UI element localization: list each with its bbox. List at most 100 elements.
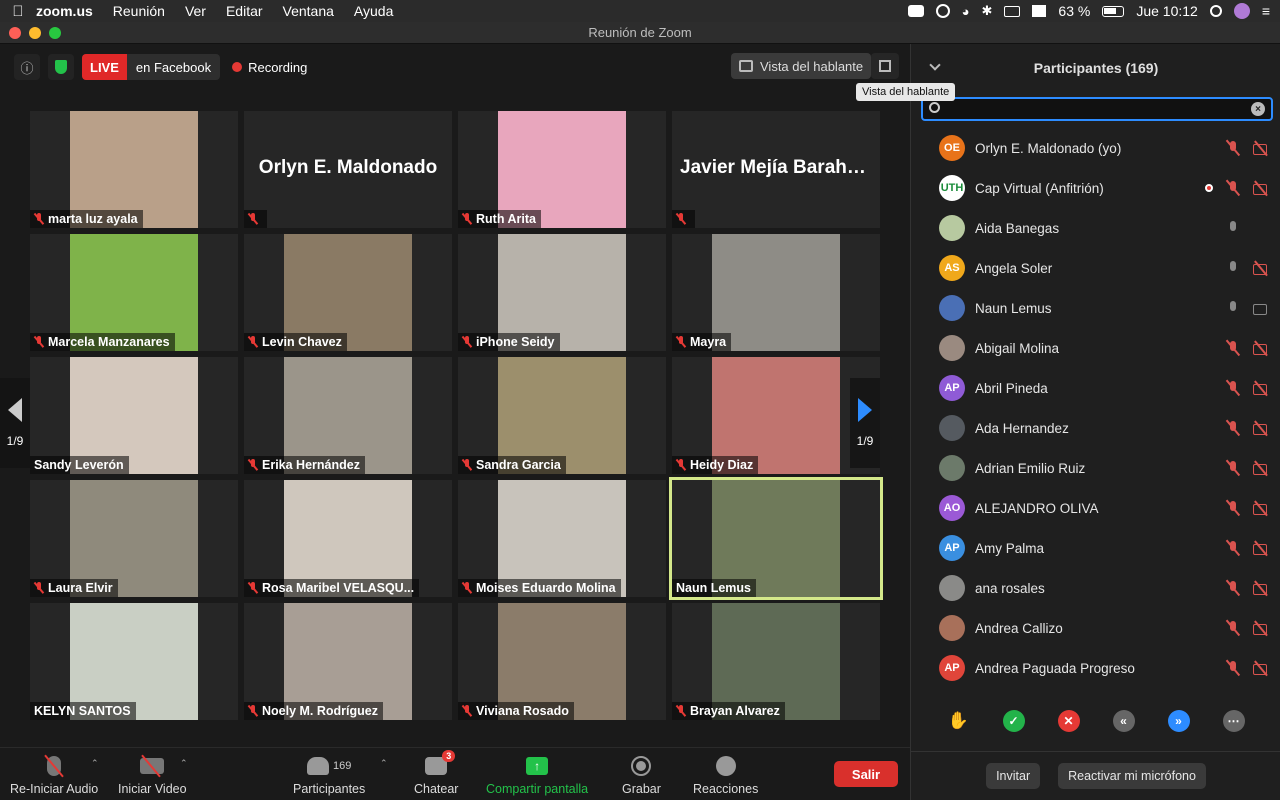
participants-button[interactable]: 169 Participantes: [293, 754, 365, 796]
participant-avatar: [939, 215, 965, 241]
tile-name-tag: Viviana Rosado: [458, 702, 574, 720]
participant-name: Adrian Emilio Ruiz: [975, 460, 1086, 476]
tile-name-tag: Marcela Manzanares: [30, 333, 175, 351]
participant-row[interactable]: ana rosales: [911, 568, 1280, 608]
participant-row[interactable]: AP Abril Pineda: [911, 368, 1280, 408]
participant-video-tile[interactable]: Naun Lemus: [669, 477, 883, 600]
video-options-chevron-icon[interactable]: ⌃: [180, 758, 188, 769]
participant-row[interactable]: Adrian Emilio Ruiz: [911, 448, 1280, 488]
participant-video-tile[interactable]: Sandra Garcia: [458, 357, 666, 474]
participant-video-tile[interactable]: Sandy Leverón: [30, 357, 238, 474]
participant-row[interactable]: AP Amy Palma: [911, 528, 1280, 568]
share-screen-button[interactable]: ↑ Compartir pantalla: [486, 754, 588, 796]
participant-video-tile[interactable]: Orlyn E. Maldonado: [244, 111, 452, 228]
apple-icon[interactable]: : [0, 3, 36, 20]
minimize-window-button[interactable]: [29, 26, 41, 39]
participant-video-tile[interactable]: marta luz ayala: [30, 111, 238, 228]
menu-app[interactable]: zoom.us: [36, 3, 93, 19]
menu-editar[interactable]: Editar: [226, 3, 263, 19]
participant-video-tile[interactable]: Noely M. Rodríguez: [244, 603, 452, 720]
collapse-panel-chevron-icon[interactable]: [929, 59, 941, 71]
battery-icon[interactable]: [1102, 5, 1125, 17]
participants-options-chevron-icon[interactable]: ⌃: [380, 758, 388, 769]
mic-muted-icon: [1225, 180, 1241, 196]
participant-row[interactable]: AO ALEJANDRO OLIVA: [911, 488, 1280, 528]
participant-video-tile[interactable]: Erika Hernández: [244, 357, 452, 474]
spotlight-search-icon[interactable]: [1209, 5, 1222, 17]
live-stream-indicator[interactable]: LIVE en Facebook: [82, 54, 221, 80]
menu-ventana[interactable]: Ventana: [283, 3, 334, 19]
record-button[interactable]: Grabar: [622, 754, 661, 796]
tile-name: KELYN SANTOS: [34, 704, 131, 718]
participant-search-input[interactable]: ×: [921, 97, 1273, 121]
participant-row[interactable]: UTH Cap Virtual (Anfitrión): [911, 168, 1280, 208]
go-slower-icon[interactable]: «: [1112, 710, 1135, 732]
close-window-button[interactable]: [9, 26, 21, 39]
meeting-info-icon[interactable]: ⓘ: [14, 54, 40, 80]
participant-row[interactable]: Abigail Molina: [911, 328, 1280, 368]
participant-row[interactable]: OE Orlyn E. Maldonado (yo): [911, 128, 1280, 168]
participant-video-tile[interactable]: Moises Eduardo Molina: [458, 480, 666, 597]
video-off-icon: [140, 754, 165, 778]
airplay-icon[interactable]: [1004, 5, 1021, 17]
raise-hand-icon[interactable]: ✋: [948, 710, 970, 732]
creative-cloud-icon[interactable]: [935, 4, 950, 18]
menu-reunion[interactable]: Reunión: [113, 3, 165, 19]
video-button[interactable]: Iniciar Video: [118, 754, 187, 796]
control-center-icon[interactable]: ≡: [1262, 3, 1270, 19]
clear-search-icon[interactable]: ×: [1251, 102, 1265, 116]
fullscreen-button[interactable]: [871, 53, 899, 79]
participant-video-tile[interactable]: Javier Mejía Baraho...: [672, 111, 880, 228]
participant-video-tile[interactable]: Marcela Manzanares: [30, 234, 238, 351]
participant-video-tile[interactable]: Levin Chavez: [244, 234, 452, 351]
participant-avatar: AO: [939, 495, 965, 521]
participant-row[interactable]: AS Angela Soler: [911, 248, 1280, 288]
share-screen-icon: ↑: [526, 754, 549, 778]
input-source-icon[interactable]: [1032, 5, 1047, 17]
window-titlebar: Reunión de Zoom: [0, 22, 1280, 44]
participant-video-tile[interactable]: Brayan Alvarez: [672, 603, 880, 720]
invite-button[interactable]: Invitar: [986, 763, 1041, 789]
speaker-view-button[interactable]: Vista del hablante: [731, 53, 872, 79]
user-avatar-icon[interactable]: [1233, 3, 1250, 19]
zoom-status-icon[interactable]: [907, 5, 924, 17]
participants-icon: 169: [306, 754, 351, 778]
tile-name-tag: Naun Lemus: [672, 579, 757, 597]
recording-indicator[interactable]: Recording: [232, 60, 307, 75]
participant-row[interactable]: AP Andrea Paguada Progreso: [911, 648, 1280, 688]
participant-video-tile[interactable]: Heidy Diaz: [672, 357, 880, 474]
more-feedback-icon[interactable]: ⋯: [1222, 710, 1245, 732]
audio-button[interactable]: Re-Iniciar Audio: [10, 754, 98, 796]
unmute-me-button[interactable]: Reactivar mi micrófono: [1058, 763, 1206, 789]
bluetooth-icon[interactable]: ✱: [982, 3, 993, 19]
yes-check-icon[interactable]: ✓: [1002, 710, 1025, 732]
participant-avatar: [939, 415, 965, 441]
chat-button[interactable]: 3 Chatear: [414, 750, 458, 796]
menubar-clock[interactable]: Jue 10:12: [1136, 3, 1198, 19]
previous-page-button[interactable]: 1/9: [0, 378, 30, 468]
participant-row[interactable]: Ada Hernandez: [911, 408, 1280, 448]
reactions-button[interactable]: Reacciones: [693, 754, 758, 796]
participant-row[interactable]: Aida Banegas: [911, 208, 1280, 248]
go-faster-icon[interactable]: »: [1167, 710, 1190, 732]
participant-row[interactable]: Naun Lemus: [911, 288, 1280, 328]
participant-row[interactable]: Andrea Callizo: [911, 608, 1280, 648]
audio-options-chevron-icon[interactable]: ⌃: [91, 758, 99, 769]
leave-meeting-button[interactable]: Salir: [834, 761, 898, 787]
participant-video-tile[interactable]: Mayra: [672, 234, 880, 351]
encryption-shield-icon[interactable]: [48, 54, 74, 80]
participant-video-tile[interactable]: Ruth Arita: [458, 111, 666, 228]
participant-video-tile[interactable]: iPhone Seidy: [458, 234, 666, 351]
participant-video-tile[interactable]: Rosa Maribel VELASQU...: [244, 480, 452, 597]
no-cross-icon[interactable]: ✕: [1057, 710, 1080, 732]
participant-video-tile[interactable]: KELYN SANTOS: [30, 603, 238, 720]
next-page-button[interactable]: 1/9: [850, 378, 880, 468]
participant-video-tile[interactable]: Viviana Rosado: [458, 603, 666, 720]
tile-name-tag: Ruth Arita: [458, 210, 541, 228]
tile-name-tag: [672, 210, 695, 228]
participant-video-tile[interactable]: Laura Elvir: [30, 480, 238, 597]
wifi-icon[interactable]: ◕: [962, 4, 970, 19]
menu-ayuda[interactable]: Ayuda: [354, 3, 393, 19]
menu-ver[interactable]: Ver: [185, 3, 206, 19]
zoom-window-button[interactable]: [49, 26, 61, 39]
